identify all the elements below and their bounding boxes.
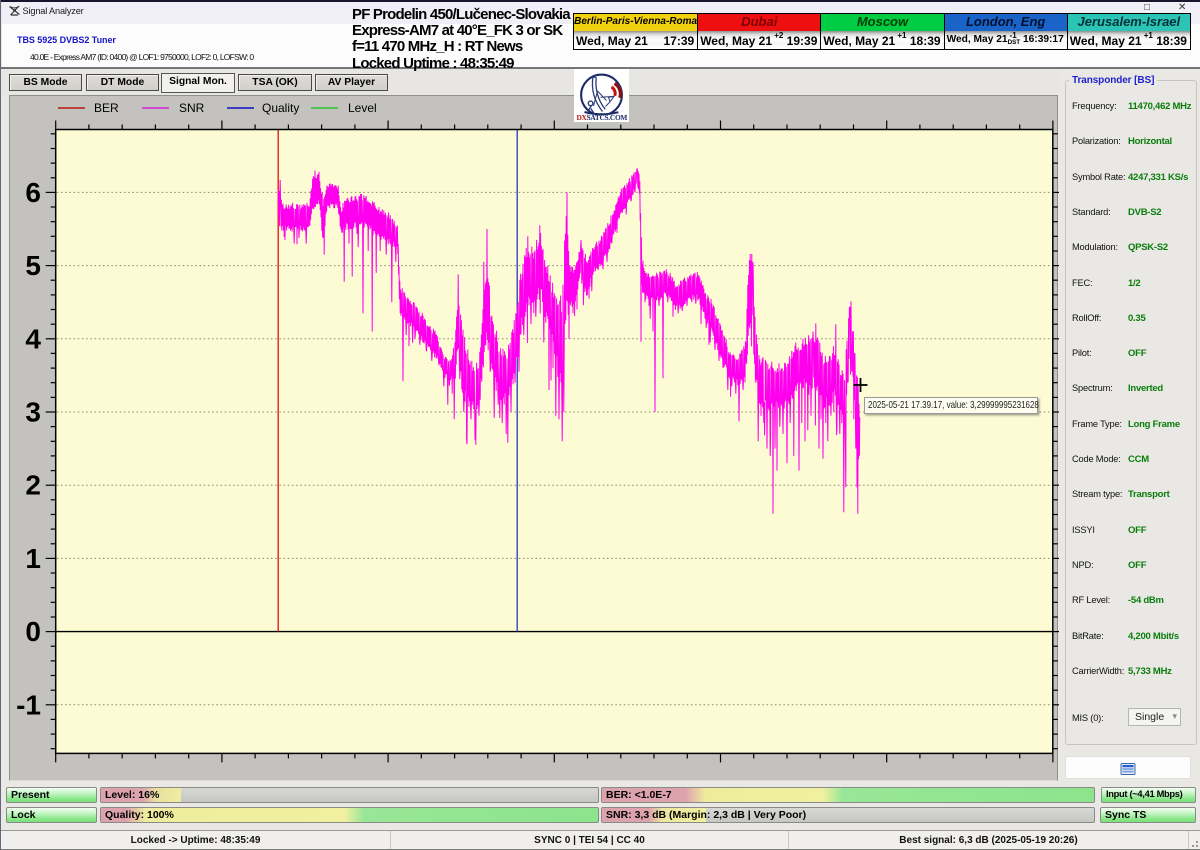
svg-text:0: 0 [25,616,41,647]
svg-text:5: 5 [25,250,41,281]
svg-text:6: 6 [25,177,41,208]
svg-text:3: 3 [25,397,41,428]
svg-text:4: 4 [25,323,41,354]
svg-text:DXSATCS.COM: DXSATCS.COM [577,113,628,122]
svg-text:2: 2 [25,470,41,501]
svg-text:1: 1 [25,543,41,574]
svg-text:-1: -1 [16,689,41,720]
